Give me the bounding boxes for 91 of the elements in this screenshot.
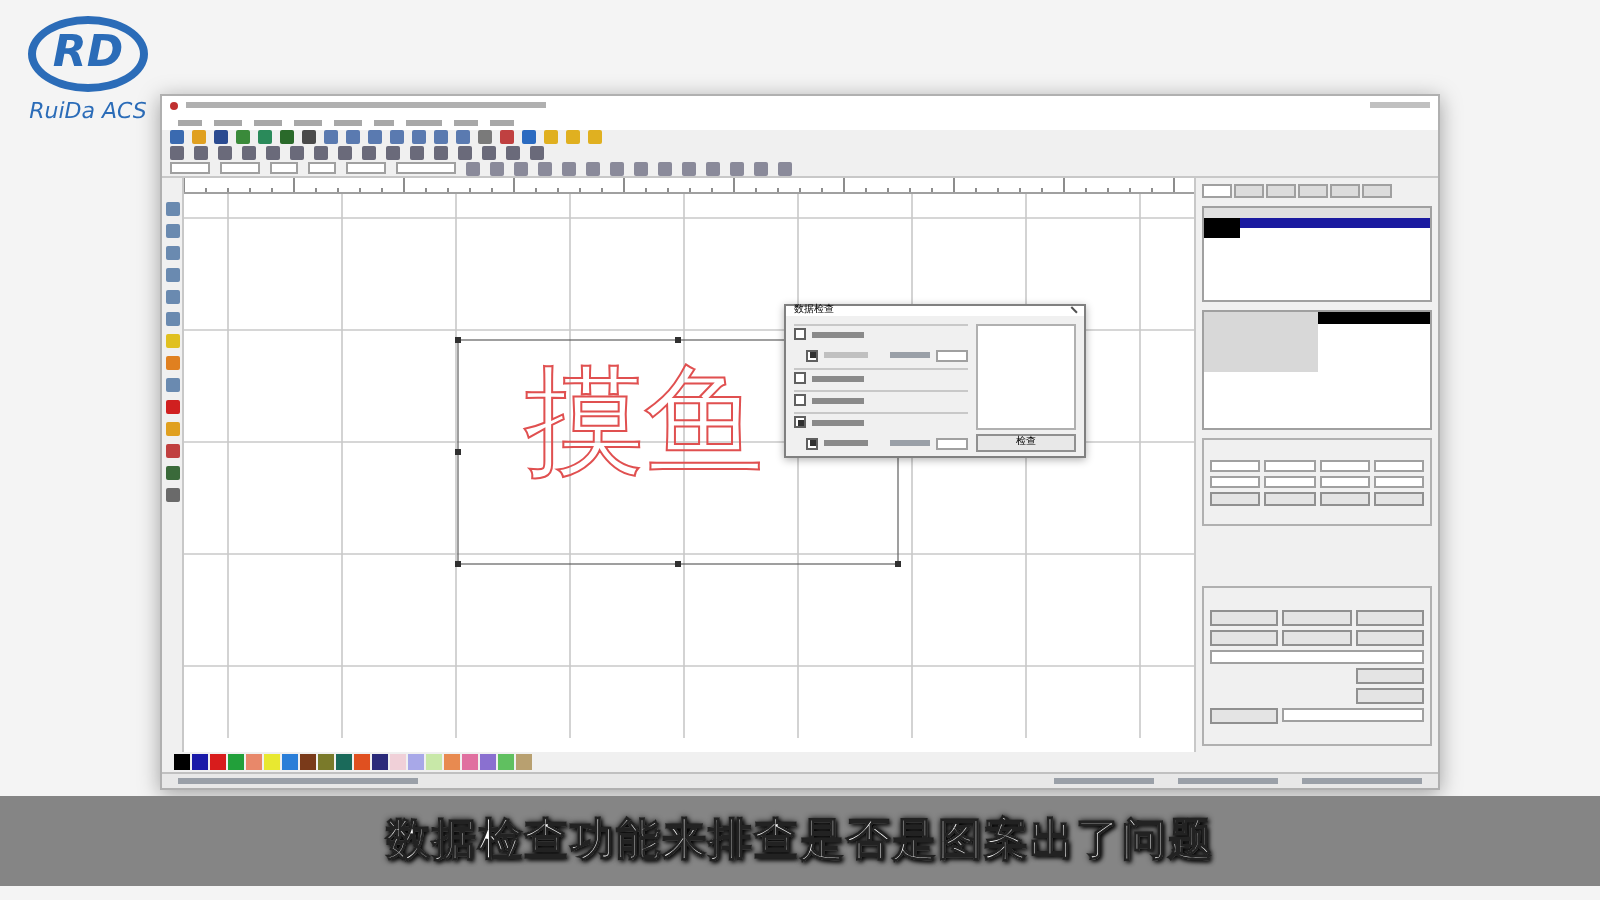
blurred-label xyxy=(812,397,864,403)
input-field[interactable] xyxy=(220,162,260,175)
color-swatch[interactable] xyxy=(498,754,514,770)
input-field[interactable] xyxy=(1319,459,1370,471)
color-swatch[interactable] xyxy=(408,754,424,770)
blurred-label xyxy=(1178,778,1278,784)
input-field[interactable] xyxy=(1210,459,1261,471)
input-field[interactable] xyxy=(936,349,968,361)
panel-button[interactable] xyxy=(1210,491,1261,505)
panel-button[interactable] xyxy=(1355,629,1424,645)
color-swatch[interactable] xyxy=(516,754,532,770)
input-field[interactable] xyxy=(1210,475,1261,487)
color-swatch[interactable] xyxy=(336,754,352,770)
color-swatch[interactable] xyxy=(264,754,280,770)
color-swatch[interactable] xyxy=(192,754,208,770)
input-field[interactable] xyxy=(1319,475,1370,487)
blurred-label xyxy=(374,119,394,125)
blurred-label xyxy=(454,119,478,125)
panel-button[interactable] xyxy=(1282,629,1352,645)
input-field[interactable] xyxy=(936,437,968,449)
panel-tab[interactable] xyxy=(1330,184,1360,198)
panel-tab[interactable] xyxy=(1298,184,1328,198)
color-swatch[interactable] xyxy=(228,754,244,770)
checkbox[interactable] xyxy=(806,437,818,449)
logo-mark: RD xyxy=(52,32,124,76)
color-swatch[interactable] xyxy=(372,754,388,770)
panel-button[interactable] xyxy=(1319,491,1370,505)
panel-tab[interactable] xyxy=(1202,184,1232,198)
color-swatch[interactable] xyxy=(246,754,262,770)
panel-button[interactable] xyxy=(1210,707,1279,723)
color-swatch[interactable] xyxy=(210,754,226,770)
checkbox[interactable] xyxy=(794,328,806,340)
checkbox[interactable] xyxy=(806,349,818,361)
input-field[interactable] xyxy=(1373,475,1424,487)
panel-button[interactable] xyxy=(1373,491,1424,505)
input-field[interactable] xyxy=(1373,459,1424,471)
close-icon[interactable] xyxy=(1066,305,1078,317)
blurred-label xyxy=(490,119,514,125)
blurred-label xyxy=(178,119,202,125)
blurred-label xyxy=(812,419,864,425)
app-icon xyxy=(170,101,178,109)
blurred-label xyxy=(406,119,442,125)
blurred-label xyxy=(824,352,868,358)
color-swatch[interactable] xyxy=(462,754,478,770)
input-field[interactable] xyxy=(270,162,298,175)
blurred-label xyxy=(812,375,864,381)
subtitle: 数据检查功能来排查是否是图案出了问题 xyxy=(386,813,1214,870)
color-swatch[interactable] xyxy=(354,754,370,770)
input-field[interactable] xyxy=(396,162,456,175)
color-swatch[interactable] xyxy=(282,754,298,770)
input-field[interactable] xyxy=(1264,475,1315,487)
input-field[interactable] xyxy=(346,162,386,175)
logo-caption: RuiDa ACS xyxy=(29,96,147,128)
blurred-label xyxy=(214,119,242,125)
blurred-label xyxy=(890,352,930,358)
color-swatch[interactable] xyxy=(444,754,460,770)
color-swatch[interactable] xyxy=(426,754,442,770)
blurred-label xyxy=(254,119,282,125)
color-swatch[interactable] xyxy=(390,754,406,770)
color-swatch[interactable] xyxy=(300,754,316,770)
blurred-label xyxy=(334,119,362,125)
checkbox[interactable] xyxy=(794,394,806,406)
checkbox[interactable] xyxy=(794,372,806,384)
input-field[interactable] xyxy=(1264,459,1315,471)
panel-tab[interactable] xyxy=(1266,184,1296,198)
color-swatch[interactable] xyxy=(480,754,496,770)
artwork-text: 摸鱼 xyxy=(524,362,764,482)
panel-button[interactable] xyxy=(1210,609,1279,625)
blurred-label xyxy=(1302,778,1422,784)
input-field[interactable] xyxy=(170,162,210,175)
blurred-label xyxy=(1370,102,1430,108)
dropdown[interactable] xyxy=(1282,707,1424,721)
panel-tab[interactable] xyxy=(1362,184,1392,198)
color-swatch[interactable] xyxy=(174,754,190,770)
result-box xyxy=(976,324,1076,430)
blurred-label xyxy=(294,119,322,125)
input-field[interactable] xyxy=(308,162,336,175)
blurred-label xyxy=(812,331,864,337)
color-swatch[interactable] xyxy=(318,754,334,770)
blurred-label xyxy=(1054,778,1154,784)
dropdown[interactable] xyxy=(1210,649,1424,663)
blurred-label xyxy=(824,440,868,446)
checkbox[interactable] xyxy=(794,416,806,428)
panel-button[interactable] xyxy=(1355,667,1424,683)
panel-button[interactable] xyxy=(1210,629,1279,645)
panel-button[interactable] xyxy=(1264,491,1315,505)
panel-button[interactable] xyxy=(1282,609,1352,625)
panel-button[interactable] xyxy=(1355,687,1424,703)
blurred-label xyxy=(890,440,930,446)
panel-tab[interactable] xyxy=(1234,184,1264,198)
panel-button[interactable] xyxy=(1355,609,1424,625)
